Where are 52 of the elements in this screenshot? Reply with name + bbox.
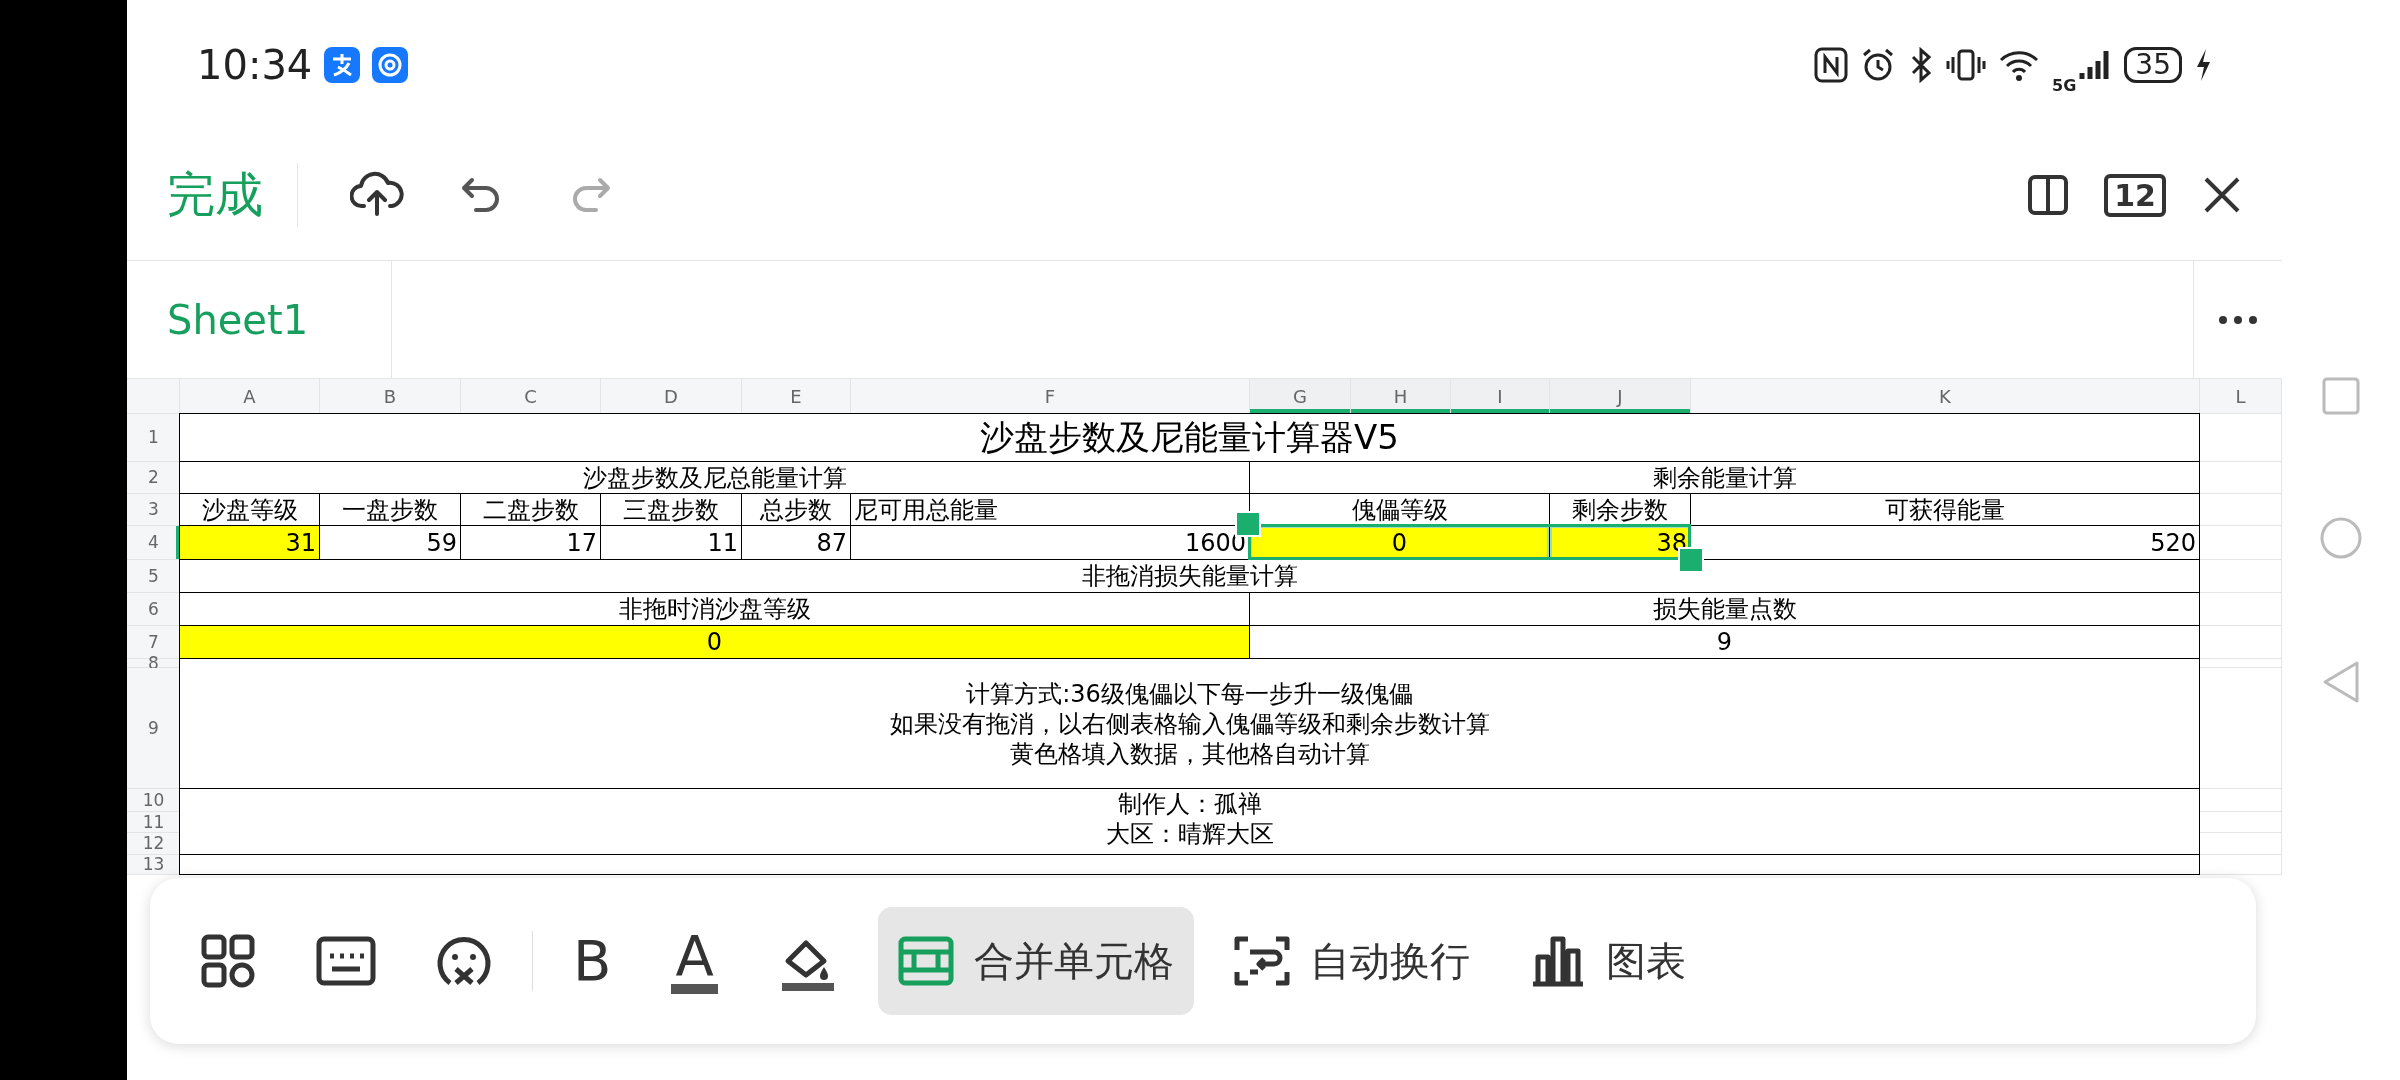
column-header[interactable]: B <box>320 379 461 414</box>
column-header[interactable]: J <box>1550 379 1691 414</box>
column-header[interactable]: G <box>1250 379 1351 414</box>
clock: 10:34 <box>197 42 313 88</box>
charging-icon <box>2194 47 2212 83</box>
keyboard-icon[interactable] <box>316 936 376 986</box>
row-header[interactable]: 3 <box>127 494 180 526</box>
more-icon[interactable] <box>2218 314 2258 325</box>
column-header[interactable]: C <box>461 379 601 414</box>
row-header[interactable]: 4 <box>127 526 180 560</box>
column-header[interactable]: A <box>180 379 320 414</box>
row-header[interactable]: 13 <box>127 855 180 875</box>
column-header[interactable]: F <box>851 379 1250 414</box>
sheet-title: 沙盘步数及尼能量计算器V5 <box>179 413 2200 462</box>
app-icon <box>372 47 409 83</box>
table-cell: 计算方式:36级傀儡以下每一步升一级傀儡 如果没有拖消，以右侧表格输入傀儡等级和剩余步数计算 黄色格填入数据，其他格自动计算 <box>179 658 2200 789</box>
merge-button[interactable]: 合并单元格 <box>877 907 1194 1015</box>
close-icon[interactable] <box>2202 175 2242 215</box>
done-button[interactable]: 完成 <box>167 163 298 227</box>
merge-cells-icon <box>897 936 954 986</box>
sheet-tab[interactable]: Sheet1 <box>127 261 392 378</box>
apps-icon[interactable] <box>200 933 256 989</box>
split-view-icon[interactable] <box>2028 175 2069 215</box>
sheet-count-button[interactable]: 12 <box>2104 173 2166 217</box>
table-cell: 制作人：孤禅 大区：晴辉大区 <box>179 788 2200 855</box>
column-header[interactable]: K <box>1691 379 2200 414</box>
row-header[interactable]: 9 <box>127 668 180 789</box>
row-header[interactable]: 10 <box>127 789 180 812</box>
table-cell: 非拖消损失能量计算 <box>179 559 2200 593</box>
row-header[interactable]: 2 <box>127 462 180 494</box>
column-header[interactable]: D <box>601 379 742 414</box>
app-icon <box>324 47 361 83</box>
row-header[interactable]: 12 <box>127 833 180 855</box>
row-header[interactable]: 1 <box>127 414 180 462</box>
font-color-button[interactable]: A <box>651 907 738 1015</box>
column-header[interactable]: L <box>2200 379 2282 414</box>
network-type: 5G <box>2052 75 2077 95</box>
table-cell: 0 <box>179 625 1250 659</box>
row-header[interactable]: 5 <box>127 560 180 593</box>
table-cell: 31 <box>179 525 320 560</box>
vibrate-icon <box>1946 47 1987 83</box>
wrap-button[interactable]: 自动换行 <box>1213 907 1490 1015</box>
column-header[interactable]: E <box>742 379 851 414</box>
column-header[interactable]: H <box>1351 379 1451 414</box>
row-header[interactable]: 11 <box>127 812 180 833</box>
battery-indicator: 35 <box>2124 47 2182 83</box>
text-wrap-icon <box>1233 936 1290 986</box>
chart-button[interactable]: 图表 <box>1509 907 1706 1015</box>
nfc-icon <box>1814 47 1849 83</box>
bold-button[interactable]: B <box>553 907 632 1015</box>
column-header[interactable]: I <box>1451 379 1550 414</box>
row-header[interactable]: 6 <box>127 593 180 626</box>
